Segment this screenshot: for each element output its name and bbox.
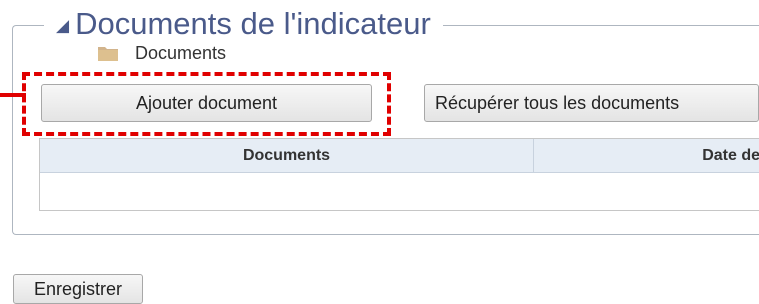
table-row[interactable] (40, 173, 759, 211)
section-legend[interactable]: ◢ Documents de l'indicateur (44, 4, 443, 44)
column-header-documents[interactable]: Documents (40, 139, 534, 172)
triangle-collapse-icon[interactable]: ◢ (56, 6, 69, 46)
table-row-label[interactable]: Documents (135, 43, 226, 64)
folder-icon (98, 47, 118, 61)
get-all-documents-button[interactable]: Récupérer tous les documents (424, 84, 759, 122)
section-title: Documents de l'indicateur (75, 6, 431, 41)
table-header: Documents Date de (40, 139, 759, 173)
column-header-date[interactable]: Date de (534, 139, 759, 172)
documents-table: Documents Date de (39, 138, 759, 211)
save-button[interactable]: Enregistrer (13, 274, 143, 304)
add-document-button[interactable]: Ajouter document (41, 84, 372, 122)
